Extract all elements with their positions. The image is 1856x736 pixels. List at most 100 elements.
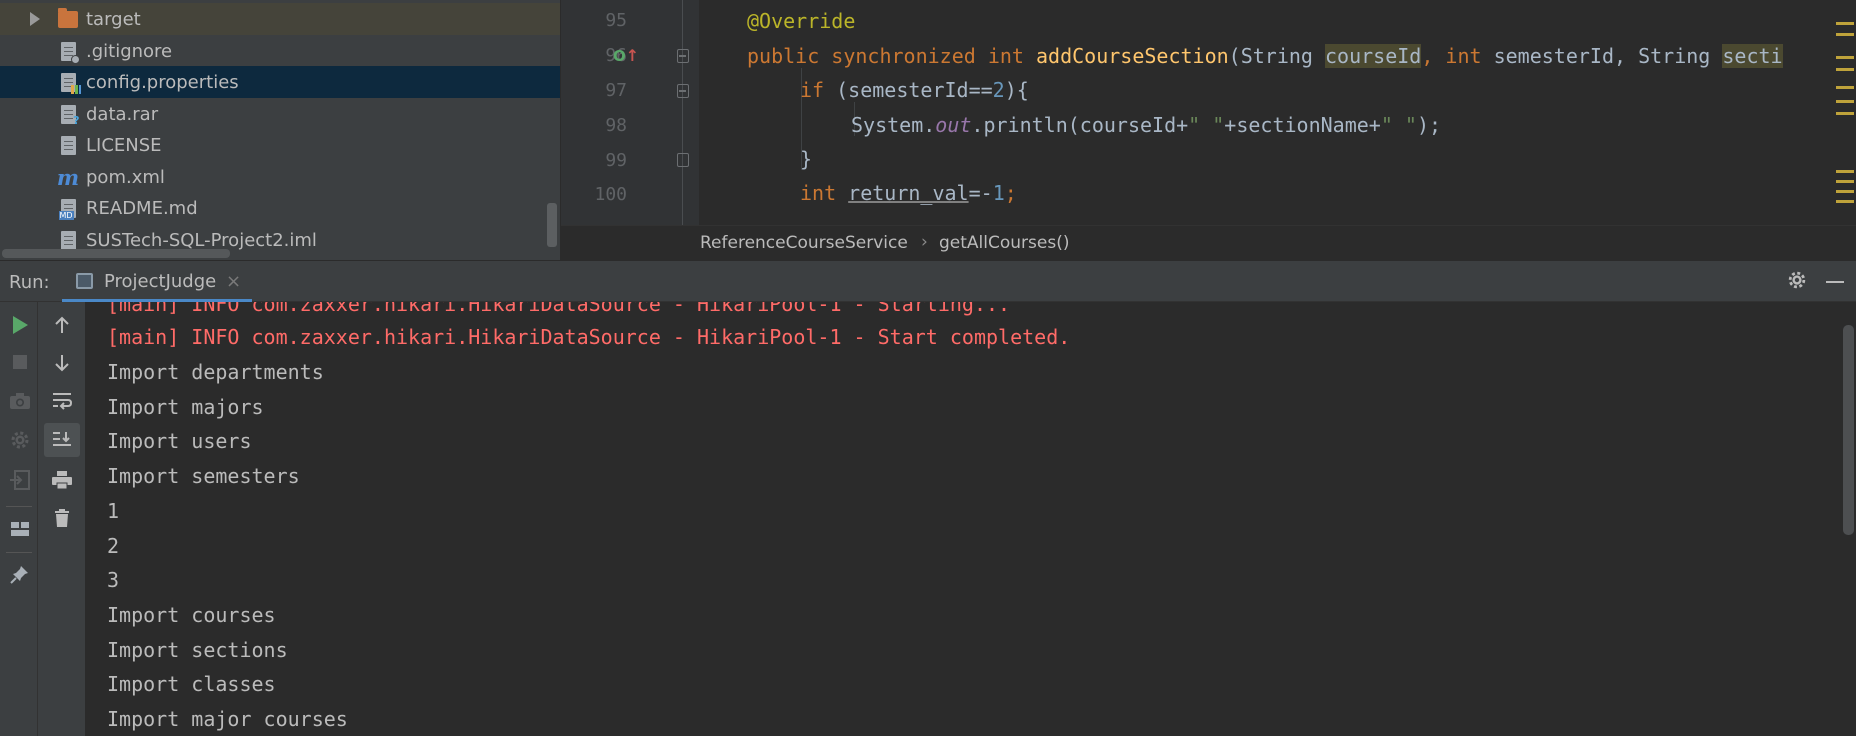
code-token: =- xyxy=(968,181,993,205)
stripe-marker[interactable] xyxy=(1836,180,1854,183)
tree-item-label: pom.xml xyxy=(86,166,165,188)
tree-item-readme-md[interactable]: MD README.md xyxy=(0,192,560,224)
print-icon[interactable] xyxy=(47,465,77,495)
line-number: 98 xyxy=(605,115,627,136)
toolbar-divider xyxy=(6,506,32,507)
console-line: [main] INFO com.zaxxer.hikari.HikariData… xyxy=(107,325,1071,349)
keyword-token: public xyxy=(747,44,820,68)
stripe-marker[interactable] xyxy=(1836,190,1854,193)
tree-item-label: README.md xyxy=(86,197,198,219)
arrow-up-icon[interactable] xyxy=(47,310,77,340)
fold-marker-icon[interactable] xyxy=(677,84,689,98)
code-token: semesterId, String xyxy=(1481,44,1723,68)
method-name-token: addCourseSection xyxy=(1036,44,1229,68)
code-editor[interactable]: @Override public synchronized int addCou… xyxy=(699,0,1833,225)
gear-icon[interactable] xyxy=(1786,269,1808,291)
console-line: [main] INFO com.zaxxer.hikari.HikariData… xyxy=(107,302,1011,316)
override-method-icon[interactable]: O↑ xyxy=(613,46,639,65)
code-token: (String xyxy=(1228,44,1325,68)
variable-token: return_val xyxy=(848,181,969,205)
expand-arrow-icon[interactable] xyxy=(30,12,40,26)
text-file-icon xyxy=(58,134,78,156)
editor-breadcrumbs: ReferenceCourseService › getAllCourses() xyxy=(561,225,1856,260)
folder-icon xyxy=(58,7,78,30)
settings-gear-icon[interactable] xyxy=(5,425,35,455)
console-line: Import users xyxy=(107,429,252,453)
tree-item-label: .gitignore xyxy=(86,40,173,62)
console-line: 1 xyxy=(107,499,120,523)
tree-item-label: SUSTech-SQL-Project2.iml xyxy=(86,229,317,251)
fold-marker-icon[interactable] xyxy=(677,49,689,63)
string-token: " " xyxy=(1188,113,1225,137)
tree-vertical-scrollbar[interactable] xyxy=(547,203,557,247)
static-field-token: out xyxy=(935,113,972,137)
ignored-file-icon xyxy=(58,40,80,64)
stripe-marker[interactable] xyxy=(1836,68,1854,71)
project-tree: target .gitignore config.properties ? da… xyxy=(0,0,560,260)
code-line-95: @Override xyxy=(747,4,855,38)
tree-item-license[interactable]: LICENSE xyxy=(0,129,560,161)
code-line-97: if (semesterId==2){ xyxy=(800,73,1029,107)
stripe-marker[interactable] xyxy=(1836,86,1854,89)
arrow-down-icon[interactable] xyxy=(47,348,77,378)
minimize-icon[interactable] xyxy=(1826,281,1844,283)
fold-guide-line xyxy=(682,0,683,225)
unknown-file-icon: ? xyxy=(58,103,80,127)
scroll-to-end-icon[interactable] xyxy=(44,423,80,457)
code-line-100: int return_val=-1; xyxy=(800,176,1017,210)
tree-item-target[interactable]: target xyxy=(0,3,560,35)
rerun-icon[interactable] xyxy=(5,310,35,340)
console-line: Import major courses xyxy=(107,707,348,731)
trash-icon[interactable] xyxy=(47,503,77,533)
console-line: Import departments xyxy=(107,360,324,384)
soft-wrap-icon[interactable] xyxy=(47,386,77,416)
tree-item-pom-xml[interactable]: m pom.xml xyxy=(0,161,560,193)
console-output[interactable]: [main] INFO com.zaxxer.hikari.HikariData… xyxy=(86,302,1841,736)
error-stripe[interactable] xyxy=(1833,0,1856,225)
annotation-token: @Override xyxy=(747,9,856,33)
line-number: 95 xyxy=(605,10,627,31)
maven-icon: m xyxy=(56,164,80,190)
breadcrumb-class[interactable]: ReferenceCourseService xyxy=(700,233,908,253)
fold-end-icon[interactable] xyxy=(677,153,689,167)
stripe-marker[interactable] xyxy=(1836,200,1854,203)
console-line: Import courses xyxy=(107,603,276,627)
editor-gutter: 95 96 97 98 99 100 O↑ xyxy=(561,0,699,225)
close-icon[interactable]: × xyxy=(226,271,241,292)
markdown-file-icon: MD xyxy=(58,197,78,220)
string-token: " " xyxy=(1380,113,1417,137)
toolbar-divider xyxy=(6,552,32,553)
exit-icon[interactable] xyxy=(5,465,35,495)
camera-icon[interactable] xyxy=(5,386,35,416)
keyword-token: int xyxy=(1445,44,1482,68)
code-token: } xyxy=(800,147,813,171)
tab-project-judge[interactable]: ProjectJudge × xyxy=(62,261,252,302)
console-scrollbar-thumb[interactable] xyxy=(1843,325,1854,535)
keyword-token: int xyxy=(800,181,837,205)
run-toolbar-secondary xyxy=(38,302,86,736)
layout-icon[interactable] xyxy=(5,514,35,544)
tree-item-gitignore[interactable]: .gitignore xyxy=(0,35,560,67)
module-file-icon xyxy=(58,229,78,251)
code-token: ){ xyxy=(1004,78,1029,102)
stripe-marker[interactable] xyxy=(1836,100,1854,103)
stripe-marker[interactable] xyxy=(1836,56,1854,59)
pin-icon[interactable] xyxy=(5,559,35,589)
run-config-icon xyxy=(76,273,93,289)
stop-icon[interactable] xyxy=(5,347,35,377)
console-line: Import classes xyxy=(107,672,276,696)
keyword-token: int xyxy=(987,44,1024,68)
number-token: 2 xyxy=(992,78,1005,102)
number-token: 1 xyxy=(992,181,1005,205)
breadcrumb-method[interactable]: getAllCourses() xyxy=(939,233,1069,253)
editor-bottom-fade xyxy=(699,212,1833,225)
tree-item-data-rar[interactable]: ? data.rar xyxy=(0,98,560,130)
console-line: Import sections xyxy=(107,638,288,662)
stripe-marker[interactable] xyxy=(1836,170,1854,173)
stripe-marker[interactable] xyxy=(1836,22,1854,25)
stripe-marker[interactable] xyxy=(1836,33,1854,36)
tree-horizontal-scrollbar[interactable] xyxy=(2,249,230,258)
tree-item-config-properties[interactable]: config.properties xyxy=(0,66,560,98)
properties-file-icon xyxy=(58,71,81,94)
stripe-marker[interactable] xyxy=(1836,112,1854,115)
